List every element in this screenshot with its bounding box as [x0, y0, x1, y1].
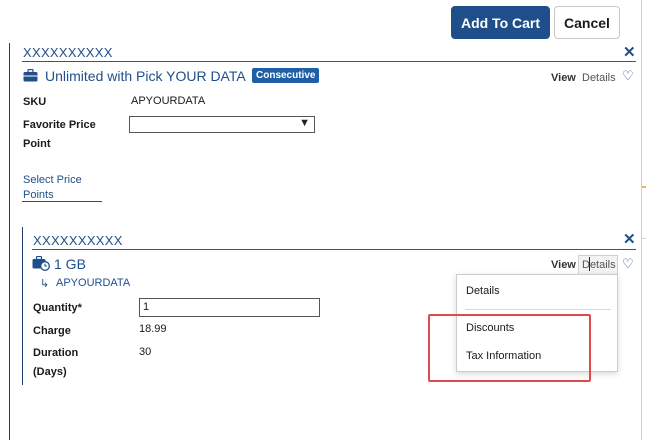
plan-header: XXXXXXXXXX [23, 45, 113, 60]
addon-favorite-heart-icon[interactable]: ♡ [622, 257, 634, 270]
favorite-price-label: Favorite Price [23, 119, 96, 131]
plan-header-divider [22, 61, 636, 62]
plan-favorite-heart-icon[interactable]: ♡ [622, 69, 634, 82]
plan-title: Unlimited with Pick YOUR DATA [45, 68, 246, 84]
add-to-cart-button[interactable]: Add To Cart [451, 6, 550, 39]
chevron-down-icon: ▼ [299, 117, 310, 129]
plan-details-link[interactable]: Details [582, 72, 616, 84]
quantity-label: Quantity* [33, 302, 82, 314]
menu-divider [465, 309, 611, 310]
sku-label: SKU [23, 96, 47, 108]
background-divider [642, 238, 646, 239]
plan-view-label: View [551, 72, 576, 84]
quantity-input[interactable]: 1 [139, 298, 320, 317]
select-price-points-link[interactable]: Select Price [23, 173, 82, 188]
addon-close-icon[interactable]: ✕ [623, 232, 636, 247]
favorite-price-label-line2: Point [23, 138, 51, 150]
briefcase-icon [23, 69, 38, 82]
duration-label: Duration [33, 347, 79, 359]
consecutive-badge: Consecutive [252, 68, 320, 83]
select-price-points-underline [22, 201, 102, 202]
addon-details-label[interactable]: Details [582, 259, 616, 271]
briefcase-clock-icon [32, 256, 50, 271]
duration-value: 30 [139, 346, 152, 358]
addon-title: 1 GB [54, 256, 86, 272]
cancel-button[interactable]: Cancel [554, 6, 620, 39]
plan-close-icon[interactable]: ✕ [623, 45, 636, 60]
favorite-price-point-select[interactable]: ▼ [129, 116, 315, 133]
charge-value: 18.99 [139, 323, 167, 335]
sku-value: APYOURDATA [131, 95, 206, 107]
parent-sku: APYOURDATA [56, 277, 131, 289]
text-cursor [589, 257, 590, 271]
addon-header-divider [32, 249, 636, 250]
parent-arrow-icon: ↳ [40, 278, 50, 290]
charge-label: Charge [33, 325, 71, 337]
card-left-border [9, 43, 10, 440]
menu-item-details[interactable]: Details [466, 285, 500, 297]
addon-view-label: View [551, 259, 576, 271]
annotation-highlight-box [428, 314, 591, 382]
addon-header: XXXXXXXXXX [33, 233, 123, 248]
addon-left-border [22, 227, 23, 385]
duration-label-line2: (Days) [33, 366, 67, 378]
panel-right-border [641, 0, 642, 440]
background-accent [642, 186, 646, 188]
